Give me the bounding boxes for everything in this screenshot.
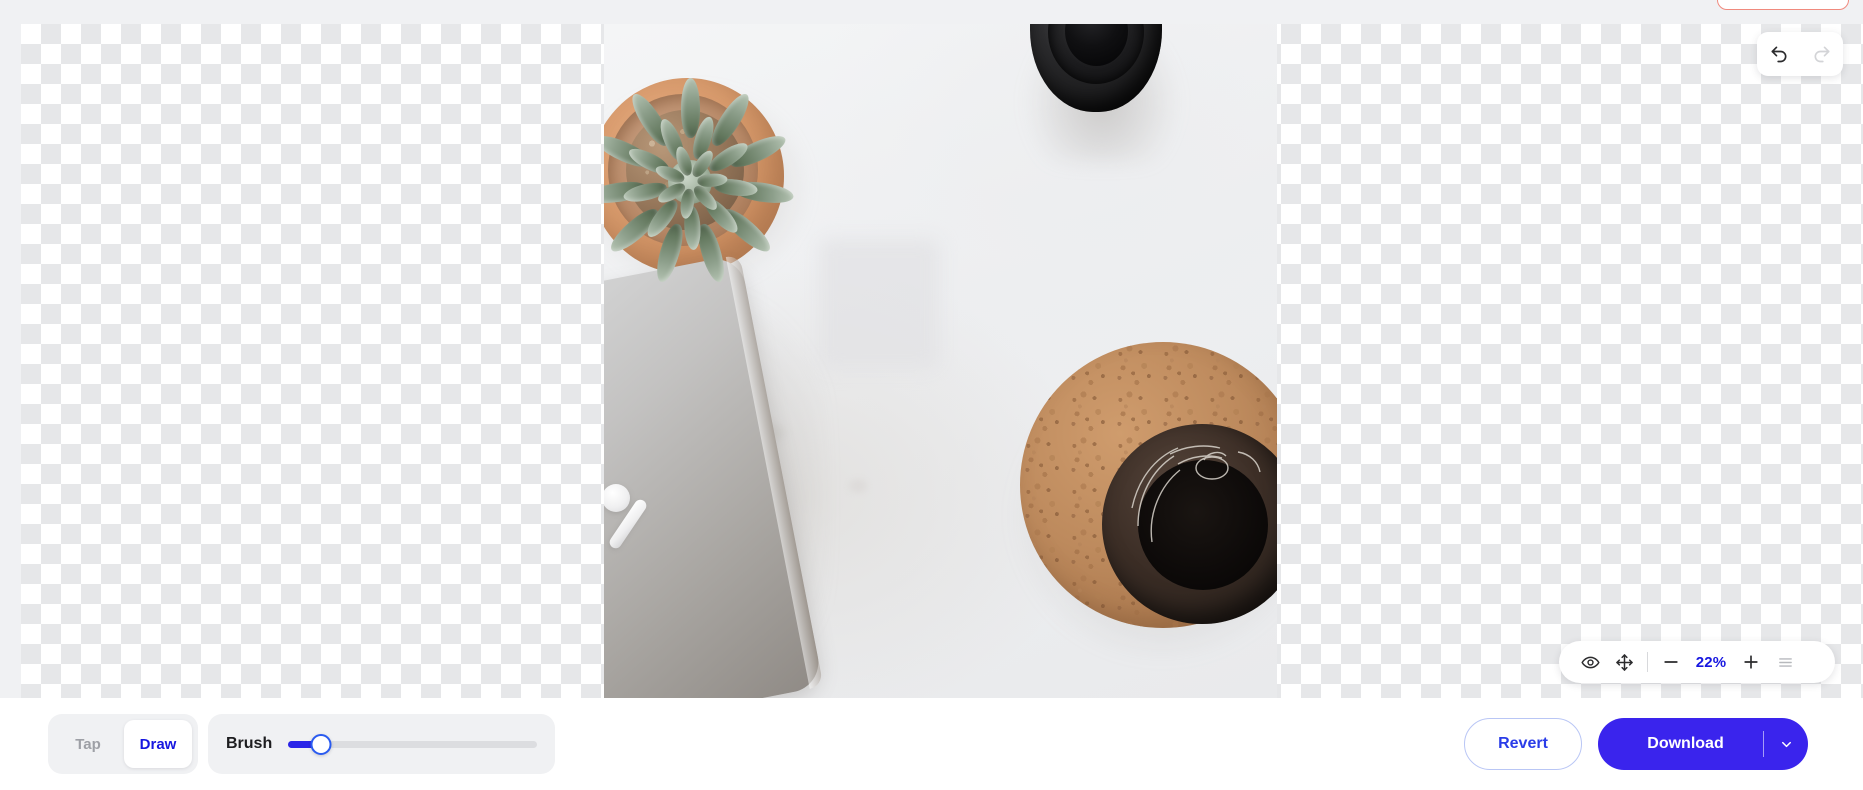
redo-arrow-icon — [1814, 46, 1829, 63]
left-gutter — [0, 0, 21, 698]
image-editor-app: 22% Tap Draw Brush Revert Download — [0, 0, 1863, 790]
pan-tool-button[interactable] — [1607, 641, 1641, 683]
desk-speck — [849, 479, 867, 493]
succulent-plant — [604, 78, 795, 285]
zoom-in-button[interactable] — [1734, 641, 1768, 683]
mode-option-tap[interactable]: Tap — [54, 720, 122, 768]
zoom-level-value[interactable]: 22% — [1688, 654, 1734, 671]
download-options-button[interactable] — [1764, 737, 1808, 752]
hamburger-menu-icon — [1778, 657, 1792, 667]
brush-panel: Brush — [208, 714, 555, 774]
undo-button[interactable] — [1764, 39, 1794, 69]
editor-canvas[interactable] — [21, 24, 1863, 698]
mug-interior — [1138, 460, 1268, 590]
top-notification-pill[interactable] — [1717, 0, 1849, 10]
zoom-out-button[interactable] — [1654, 641, 1688, 683]
brush-size-slider[interactable] — [288, 733, 537, 755]
desk-smudge — [819, 239, 939, 369]
chevron-down-icon — [1781, 741, 1791, 747]
download-button[interactable]: Download — [1598, 718, 1808, 770]
plus-icon — [1744, 655, 1758, 669]
slider-thumb[interactable] — [310, 733, 332, 755]
succulent-leaf — [680, 78, 700, 138]
page-background — [0, 0, 1863, 24]
preview-toggle-button[interactable] — [1573, 641, 1607, 683]
bottom-toolbar: Tap Draw Brush Revert Download — [0, 698, 1863, 790]
minus-icon — [1664, 661, 1678, 663]
history-panel — [1757, 32, 1843, 76]
brush-label: Brush — [226, 735, 273, 752]
mode-toggle-group: Tap Draw — [48, 714, 198, 774]
edited-image[interactable] — [604, 24, 1277, 698]
zoom-menu-button[interactable] — [1768, 641, 1802, 683]
move-icon — [1615, 653, 1633, 671]
eye-icon — [1580, 656, 1600, 668]
mode-option-draw[interactable]: Draw — [124, 720, 192, 768]
redo-button[interactable] — [1807, 39, 1837, 69]
zoom-divider — [1647, 652, 1648, 672]
download-button-label: Download — [1647, 735, 1724, 752]
revert-button[interactable]: Revert — [1464, 718, 1582, 770]
zoom-toolbar: 22% — [1559, 641, 1835, 683]
undo-arrow-icon — [1771, 46, 1786, 63]
